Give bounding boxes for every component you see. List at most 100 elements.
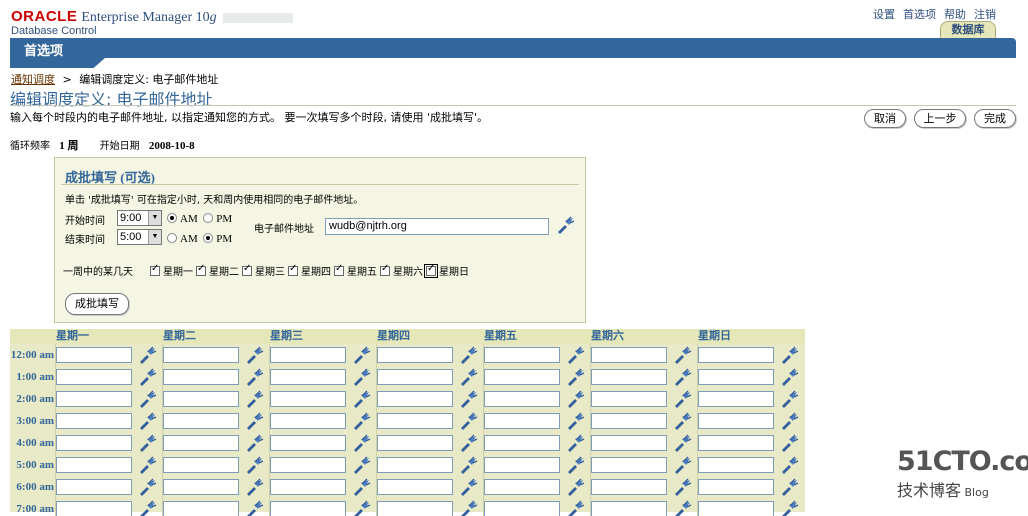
grid-email-input[interactable] [484, 369, 560, 385]
flashlight-search-icon[interactable] [779, 367, 799, 387]
grid-email-input[interactable] [698, 347, 774, 363]
flashlight-search-icon[interactable] [565, 477, 585, 497]
flashlight-search-icon[interactable] [458, 389, 478, 409]
grid-email-input[interactable] [698, 435, 774, 451]
flashlight-search-icon[interactable] [779, 411, 799, 431]
flashlight-search-icon[interactable] [137, 433, 157, 453]
flashlight-search-icon[interactable] [672, 433, 692, 453]
start-pm-radio[interactable] [203, 213, 214, 223]
grid-email-input[interactable] [698, 501, 774, 516]
grid-email-input[interactable] [591, 457, 667, 473]
flashlight-search-icon[interactable] [779, 345, 799, 365]
flashlight-search-icon[interactable] [137, 477, 157, 497]
grid-email-input[interactable] [270, 369, 346, 385]
flashlight-search-icon[interactable] [137, 411, 157, 431]
flashlight-search-icon[interactable] [779, 499, 799, 516]
flashlight-search-icon[interactable] [672, 455, 692, 475]
grid-email-input[interactable] [484, 413, 560, 429]
grid-email-input[interactable] [163, 435, 239, 451]
flashlight-search-icon[interactable] [244, 499, 264, 516]
flashlight-search-icon[interactable] [565, 433, 585, 453]
monday-checkbox[interactable] [150, 263, 160, 276]
flashlight-search-icon[interactable] [458, 345, 478, 365]
flashlight-search-icon[interactable] [458, 455, 478, 475]
thursday-checkbox[interactable] [288, 263, 298, 276]
setup-link[interactable]: 设置 [873, 8, 895, 21]
grid-email-input[interactable] [163, 391, 239, 407]
flashlight-search-icon[interactable] [351, 411, 371, 431]
grid-email-input[interactable] [56, 369, 132, 385]
flashlight-search-icon[interactable] [672, 499, 692, 516]
flashlight-search-icon[interactable] [565, 367, 585, 387]
end-time-select[interactable]: 5:00 ▼ [117, 229, 162, 245]
flashlight-search-icon[interactable] [458, 499, 478, 516]
flashlight-search-icon[interactable] [244, 389, 264, 409]
start-time-select[interactable]: 9:00 ▼ [117, 210, 162, 226]
grid-email-input[interactable] [270, 347, 346, 363]
grid-email-input[interactable] [377, 479, 453, 495]
flashlight-search-icon[interactable] [779, 389, 799, 409]
flashlight-search-icon[interactable] [244, 367, 264, 387]
flashlight-search-icon[interactable] [779, 455, 799, 475]
grid-email-input[interactable] [163, 457, 239, 473]
grid-email-input[interactable] [484, 479, 560, 495]
grid-email-input[interactable] [163, 347, 239, 363]
grid-email-input[interactable] [377, 391, 453, 407]
wednesday-checkbox[interactable] [242, 263, 252, 276]
sunday-checkbox[interactable] [424, 263, 438, 278]
flashlight-search-icon[interactable] [244, 345, 264, 365]
grid-email-input[interactable] [484, 501, 560, 516]
batch-fill-button[interactable]: 成批填写 [65, 293, 129, 315]
grid-email-input[interactable] [270, 479, 346, 495]
grid-email-input[interactable] [377, 413, 453, 429]
flashlight-search-icon[interactable] [458, 477, 478, 497]
tuesday-checkbox[interactable] [196, 263, 206, 276]
flashlight-search-icon[interactable] [555, 215, 575, 235]
flashlight-search-icon[interactable] [672, 477, 692, 497]
grid-email-input[interactable] [698, 369, 774, 385]
flashlight-search-icon[interactable] [351, 367, 371, 387]
flashlight-search-icon[interactable] [244, 477, 264, 497]
grid-email-input[interactable] [56, 479, 132, 495]
grid-email-input[interactable] [591, 501, 667, 516]
flashlight-search-icon[interactable] [458, 411, 478, 431]
grid-email-input[interactable] [377, 435, 453, 451]
flashlight-search-icon[interactable] [137, 455, 157, 475]
grid-email-input[interactable] [377, 347, 453, 363]
flashlight-search-icon[interactable] [351, 389, 371, 409]
flashlight-search-icon[interactable] [565, 499, 585, 516]
flashlight-search-icon[interactable] [351, 477, 371, 497]
grid-email-input[interactable] [270, 435, 346, 451]
grid-email-input[interactable] [377, 501, 453, 516]
flashlight-search-icon[interactable] [351, 455, 371, 475]
flashlight-search-icon[interactable] [565, 455, 585, 475]
grid-email-input[interactable] [163, 413, 239, 429]
grid-email-input[interactable] [163, 479, 239, 495]
grid-email-input[interactable] [484, 457, 560, 473]
grid-email-input[interactable] [698, 413, 774, 429]
help-link[interactable]: 帮助 [944, 8, 966, 21]
grid-email-input[interactable] [270, 391, 346, 407]
grid-email-input[interactable] [591, 413, 667, 429]
grid-email-input[interactable] [591, 479, 667, 495]
breadcrumb-parent-link[interactable]: 通知调度 [11, 73, 55, 86]
batch-email-input[interactable]: wudb@njtrh.org [325, 218, 549, 235]
flashlight-search-icon[interactable] [137, 389, 157, 409]
grid-email-input[interactable] [484, 391, 560, 407]
grid-email-input[interactable] [270, 501, 346, 516]
flashlight-search-icon[interactable] [779, 433, 799, 453]
flashlight-search-icon[interactable] [458, 367, 478, 387]
flashlight-search-icon[interactable] [137, 499, 157, 516]
flashlight-search-icon[interactable] [137, 367, 157, 387]
preferences-link[interactable]: 首选项 [903, 8, 936, 21]
grid-email-input[interactable] [377, 369, 453, 385]
flashlight-search-icon[interactable] [351, 499, 371, 516]
grid-email-input[interactable] [484, 435, 560, 451]
logout-link[interactable]: 注销 [974, 8, 996, 21]
flashlight-search-icon[interactable] [458, 433, 478, 453]
end-am-radio[interactable] [167, 233, 177, 243]
flashlight-search-icon[interactable] [351, 345, 371, 365]
start-am-radio[interactable] [167, 213, 177, 223]
grid-email-input[interactable] [56, 391, 132, 407]
grid-email-input[interactable] [56, 347, 132, 363]
